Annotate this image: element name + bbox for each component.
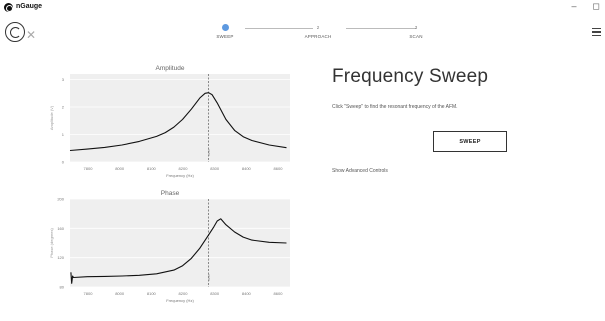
maximize-button[interactable]: ◻ (589, 1, 603, 12)
y-tick-label: 0 (62, 160, 65, 165)
step-sweep[interactable]: SWEEP (195, 24, 255, 39)
y-tick-label: 160 (57, 226, 64, 231)
phase-chart-title: Phase (160, 190, 180, 197)
x-tick-label: 8400 (242, 166, 252, 171)
page-title: Frequency Sweep (332, 66, 489, 87)
resonance-marker-label: 8250 (207, 149, 211, 156)
window-title: nGauge (16, 3, 43, 10)
app-logo-icon (4, 3, 13, 12)
phase-chart: 80 120 160 200 7800 8000 8100 8200 8300 8400 8600 F… (49, 197, 290, 303)
step-approach[interactable]: 2 APPROACH (288, 24, 348, 39)
y-tick-label: 2 (62, 105, 65, 110)
plot-area (70, 199, 290, 287)
step-indicator-dot (221, 24, 229, 31)
x-tick-label: 8100 (147, 166, 157, 171)
instructions-text: Click "Sweep" to find the resonant frequ… (332, 104, 458, 110)
y-axis-label: Phase (degrees) (49, 228, 54, 258)
plot-area (70, 74, 290, 162)
y-tick-label: 1 (62, 132, 65, 137)
x-tick-label: 8000 (115, 166, 125, 171)
x-tick-label: 8300 (210, 166, 220, 171)
y-tick-label: 80 (60, 285, 65, 290)
y-tick-label: 200 (57, 197, 64, 202)
x-axis-label: Frequency (Hz) (166, 298, 194, 303)
x-tick-label: 8600 (274, 166, 284, 171)
x-tick-label: 8300 (210, 291, 220, 296)
wrench-icon[interactable]: ✕ (26, 29, 36, 41)
x-tick-label: 8100 (147, 291, 157, 296)
y-tick-label: 120 (57, 255, 64, 260)
y-tick-label: 3 (62, 77, 65, 82)
x-axis-label: Frequency (Hz) (166, 173, 194, 178)
step-label: SCAN (409, 34, 423, 39)
x-tick-label: 8000 (115, 291, 125, 296)
sweep-button[interactable]: SWEEP (433, 131, 507, 152)
minimize-button[interactable]: – (567, 1, 581, 11)
step-scan[interactable]: 3 SCAN (386, 24, 446, 39)
step-number: 2 (316, 25, 320, 30)
amplitude-chart: 0 1 2 3 7800 8000 8100 8200 8300 8400 8600 Frequenc… (49, 74, 290, 178)
y-axis-label: Amplitude (V) (49, 105, 54, 130)
gauge-logo-icon[interactable] (5, 22, 25, 42)
step-label: APPROACH (304, 34, 332, 39)
x-tick-label: 7800 (84, 291, 94, 296)
title-bar: nGauge – ◻ (0, 0, 605, 16)
x-tick-label: 8400 (242, 291, 252, 296)
amplitude-chart-title: Amplitude (155, 65, 185, 72)
step-label: SWEEP (216, 34, 234, 39)
hamburger-menu-icon[interactable] (592, 28, 601, 36)
toolbar: ✕ SWEEP 2 APPROACH 3 SCAN (0, 16, 605, 50)
x-tick-label: 8200 (179, 291, 189, 296)
x-tick-label: 7800 (84, 166, 94, 171)
show-advanced-controls-link[interactable]: Show Advanced Controls (332, 168, 388, 174)
step-number: 3 (414, 25, 418, 30)
x-tick-label: 8600 (274, 291, 284, 296)
x-tick-label: 8200 (179, 166, 189, 171)
resonance-marker-label: 8250 (207, 274, 211, 281)
